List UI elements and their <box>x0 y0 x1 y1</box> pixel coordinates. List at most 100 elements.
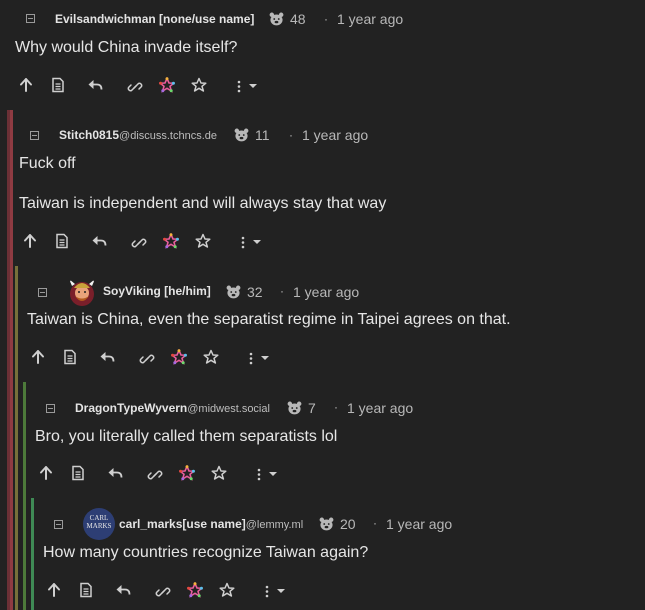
separator-dot: · <box>324 12 328 26</box>
fediverse-link-button[interactable] <box>159 77 175 93</box>
more-options-button[interactable] <box>243 350 273 366</box>
upvote-button[interactable] <box>46 582 62 598</box>
link-button[interactable] <box>127 79 143 95</box>
document-icon <box>56 233 68 249</box>
view-source-button[interactable] <box>70 465 86 481</box>
arrow-up-icon <box>40 466 52 480</box>
fediverse-link-button[interactable] <box>163 233 179 249</box>
score: 7 <box>287 400 316 416</box>
fediverse-link-button[interactable] <box>179 465 195 481</box>
separator-dot: · <box>373 516 377 530</box>
more-options-button[interactable] <box>231 78 261 94</box>
upvote-button[interactable] <box>30 349 46 365</box>
star-icon <box>203 349 219 364</box>
save-button[interactable] <box>211 465 227 481</box>
document-icon <box>52 77 64 93</box>
comment-body-paragraph: Fuck off <box>19 155 76 172</box>
fediverse-link-button[interactable] <box>171 349 187 365</box>
username[interactable]: DragonTypeWyvern <box>75 401 187 415</box>
save-button[interactable] <box>191 77 207 93</box>
thread-line-depth-3[interactable] <box>23 382 26 610</box>
username[interactable]: Evilsandwichman [none/use name] <box>55 12 254 26</box>
reply-icon <box>92 236 107 246</box>
view-source-button[interactable] <box>50 77 66 93</box>
reply-button[interactable] <box>107 465 123 481</box>
instance: @lemmy.ml <box>245 519 304 531</box>
comment-body: Why would China invade itself? <box>15 39 238 56</box>
timestamp[interactable]: 1 year ago <box>386 516 452 532</box>
link-button[interactable] <box>139 351 155 367</box>
hexbear-icon <box>319 517 334 531</box>
upvote-button[interactable] <box>22 233 38 249</box>
more-options-button[interactable] <box>259 583 289 599</box>
instance: @discuss.tchncs.de <box>119 130 218 142</box>
comment-author[interactable]: SoyViking [he/him] <box>103 284 211 298</box>
comment-body-paragraph: Taiwan is independent and will always st… <box>19 195 387 212</box>
more-vertical-icon <box>249 352 269 365</box>
star-icon <box>195 233 211 248</box>
username[interactable]: SoyViking [he/him] <box>103 284 211 298</box>
reply-button[interactable] <box>91 233 107 249</box>
timestamp[interactable]: 1 year ago <box>302 127 368 143</box>
timestamp[interactable]: 1 year ago <box>293 284 359 300</box>
more-vertical-icon <box>257 468 277 481</box>
save-button[interactable] <box>203 349 219 365</box>
separator-dot: · <box>334 400 338 414</box>
reply-button[interactable] <box>115 582 131 598</box>
save-button[interactable] <box>219 582 235 598</box>
link-icon <box>131 238 147 248</box>
thread-line-depth-1b <box>10 110 13 610</box>
score-value: 20 <box>340 516 356 532</box>
score-value: 11 <box>255 127 270 143</box>
instance: @midwest.social <box>187 403 270 415</box>
comment-author[interactable]: Evilsandwichman [none/use name] <box>55 12 254 26</box>
upvote-button[interactable] <box>38 465 54 481</box>
more-options-button[interactable] <box>235 234 265 250</box>
upvote-button[interactable] <box>18 77 34 93</box>
link-button[interactable] <box>147 467 163 483</box>
fediverse-star-icon <box>171 349 187 365</box>
more-vertical-icon <box>265 585 285 598</box>
view-source-button[interactable] <box>54 233 70 249</box>
fediverse-star-icon <box>179 465 195 481</box>
star-icon <box>211 465 227 480</box>
score: 20 <box>319 516 356 532</box>
username[interactable]: carl_marks[use name] <box>119 517 246 531</box>
fediverse-link-button[interactable] <box>187 582 203 598</box>
hexbear-icon <box>226 285 241 299</box>
save-button[interactable] <box>195 233 211 249</box>
link-button[interactable] <box>155 584 171 600</box>
score: 32 <box>226 284 263 300</box>
link-button[interactable] <box>131 235 147 251</box>
collapse-icon[interactable] <box>38 288 47 297</box>
link-icon <box>139 354 155 364</box>
comment-author[interactable]: DragonTypeWyvern@midwest.social <box>75 401 270 415</box>
thread-line-depth-4[interactable] <box>31 498 34 610</box>
collapse-icon[interactable] <box>26 14 35 23</box>
avatar[interactable] <box>66 276 98 308</box>
collapse-icon[interactable] <box>46 404 55 413</box>
fediverse-star-icon <box>159 77 175 93</box>
timestamp[interactable]: 1 year ago <box>337 11 403 27</box>
timestamp[interactable]: 1 year ago <box>347 400 413 416</box>
arrow-up-icon <box>24 234 36 248</box>
separator-dot: · <box>289 128 293 142</box>
comment-author[interactable]: carl_marks[use name]@lemmy.ml <box>119 517 303 531</box>
star-icon <box>219 582 235 597</box>
username[interactable]: Stitch0815 <box>59 128 119 142</box>
collapse-icon[interactable] <box>54 520 63 529</box>
view-source-button[interactable] <box>78 582 94 598</box>
link-icon <box>127 82 143 92</box>
avatar[interactable]: CARL MARKS <box>83 508 115 540</box>
more-options-button[interactable] <box>251 466 281 482</box>
reply-button[interactable] <box>99 349 115 365</box>
thread-line-depth-2[interactable] <box>15 266 18 610</box>
reply-icon <box>100 352 115 362</box>
reply-button[interactable] <box>87 77 103 93</box>
reply-icon <box>108 468 123 478</box>
view-source-button[interactable] <box>62 349 78 365</box>
collapse-icon[interactable] <box>30 131 39 140</box>
comment-author[interactable]: Stitch0815@discuss.tchncs.de <box>59 128 217 142</box>
score-value: 7 <box>308 400 316 416</box>
fediverse-star-icon <box>187 582 203 598</box>
